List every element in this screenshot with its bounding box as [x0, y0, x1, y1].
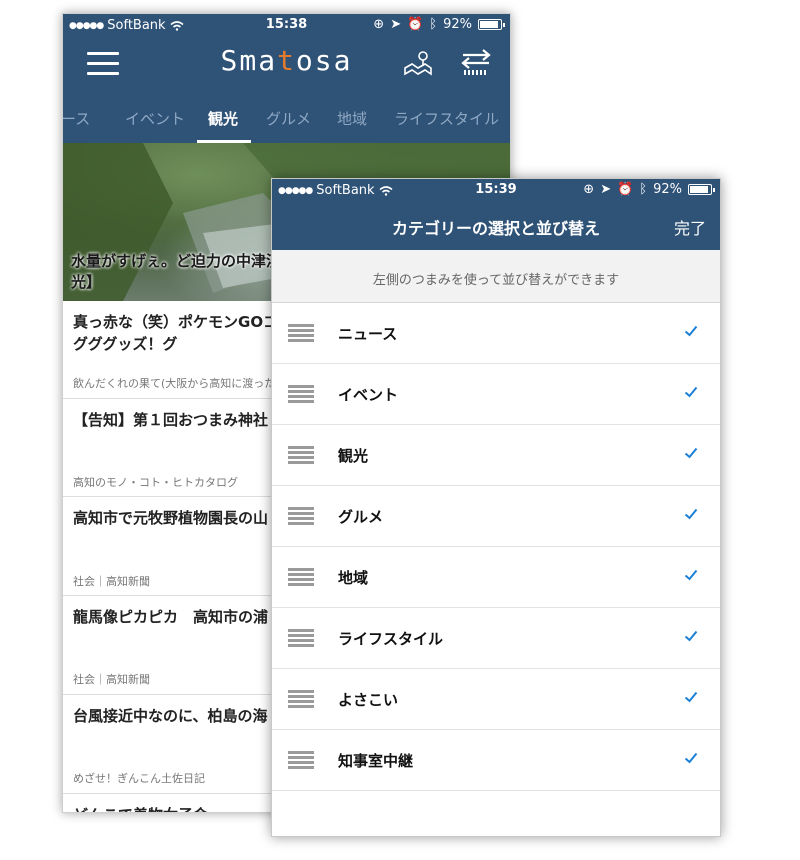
bluetooth-icon: ᛒ [429, 17, 438, 32]
page-title: カテゴリーの選択と並び替え [391, 219, 600, 238]
done-button[interactable]: 完了 [674, 215, 706, 239]
checkmark-icon[interactable] [684, 446, 698, 460]
drag-handle-icon[interactable] [288, 629, 314, 648]
category-row[interactable]: イベント [272, 364, 720, 425]
bluetooth-icon: ᛒ [639, 182, 648, 197]
app-header: ●●●●● SoftBank 15:38 ⊕ ➤ ⏰ ᛒ 92% Smatosa [63, 14, 510, 143]
lock-rotation-icon: ⊕ [583, 182, 595, 197]
sort-icon[interactable] [461, 48, 491, 76]
category-label: ライフスタイル [338, 630, 444, 648]
checkmark-icon[interactable] [684, 629, 698, 643]
article-source: 社会｜高知新聞 [73, 575, 150, 588]
battery-icon [688, 184, 715, 195]
status-right: ⊕ ➤ ⏰ ᛒ 92% [583, 182, 715, 197]
location-icon: ➤ [600, 182, 612, 197]
location-icon: ➤ [390, 17, 402, 32]
category-row[interactable]: ライフスタイル [272, 608, 720, 669]
drag-handle-icon[interactable] [288, 385, 314, 404]
category-tabs: ース イベント 観光 グルメ 地域 ライフスタイル [63, 96, 510, 143]
category-label: 観光 [338, 447, 369, 465]
status-bar: ●●●●● SoftBank 15:38 ⊕ ➤ ⏰ ᛒ 92% [63, 14, 510, 36]
tab-news[interactable]: ース [63, 108, 90, 129]
battery-percent: 92% [653, 182, 682, 197]
article-source: 飲んだくれの果て(大阪から高知に渡った [73, 377, 276, 390]
checkmark-icon[interactable] [684, 507, 698, 521]
drag-handle-icon[interactable] [288, 507, 314, 526]
lock-rotation-icon: ⊕ [373, 17, 385, 32]
category-label: 知事室中継 [338, 752, 414, 770]
tab-sightseeing[interactable]: 観光 [208, 108, 238, 129]
category-edit-screen: ●●●●● SoftBank 15:39 ⊕ ➤ ⏰ ᛒ 92% カテゴリーの選… [271, 178, 721, 837]
article-source: めざせ！ぎんこん土佐日記 [73, 772, 205, 785]
map-icon[interactable] [403, 50, 433, 76]
tab-lifestyle[interactable]: ライフスタイル [394, 108, 499, 129]
article-source: 高知のモノ・コト・ヒトカタログ [73, 476, 238, 489]
tab-area[interactable]: 地域 [337, 108, 367, 129]
category-row[interactable]: グルメ [272, 486, 720, 547]
battery-percent: 92% [443, 17, 472, 32]
status-right: ⊕ ➤ ⏰ ᛒ 92% [373, 17, 505, 32]
category-row[interactable]: 地域 [272, 547, 720, 608]
checkmark-icon[interactable] [684, 690, 698, 704]
status-bar: ●●●●● SoftBank 15:39 ⊕ ➤ ⏰ ᛒ 92% [272, 179, 720, 201]
category-label: 地域 [338, 569, 369, 587]
drag-handle-icon[interactable] [288, 690, 314, 709]
category-label: イベント [338, 386, 399, 404]
category-row[interactable]: ニュース [272, 303, 720, 364]
checkmark-icon[interactable] [684, 385, 698, 399]
drag-handle-icon[interactable] [288, 751, 314, 770]
edit-header: ●●●●● SoftBank 15:39 ⊕ ➤ ⏰ ᛒ 92% カテゴリーの選… [272, 179, 720, 250]
reorder-hint: 左側のつまみを使って並び替えができます [272, 250, 720, 303]
checkmark-icon[interactable] [684, 568, 698, 582]
checkmark-icon[interactable] [684, 751, 698, 765]
tab-gourmet[interactable]: グルメ [266, 108, 311, 129]
article-source: 社会｜高知新聞 [73, 673, 150, 686]
category-row[interactable]: よさこい [272, 669, 720, 730]
app-logo: Smatosa [220, 44, 353, 77]
category-row[interactable]: 観光 [272, 425, 720, 486]
drag-handle-icon[interactable] [288, 446, 314, 465]
category-label: グルメ [338, 508, 384, 526]
category-label: よさこい [338, 691, 399, 709]
drag-handle-icon[interactable] [288, 324, 314, 343]
alarm-icon: ⏰ [617, 182, 634, 197]
category-row[interactable]: 知事室中継 [272, 730, 720, 791]
battery-icon [478, 19, 505, 30]
checkmark-icon[interactable] [684, 324, 698, 338]
alarm-icon: ⏰ [407, 17, 424, 32]
tab-event[interactable]: イベント [125, 108, 185, 129]
drag-handle-icon[interactable] [288, 568, 314, 587]
category-label: ニュース [338, 325, 398, 343]
